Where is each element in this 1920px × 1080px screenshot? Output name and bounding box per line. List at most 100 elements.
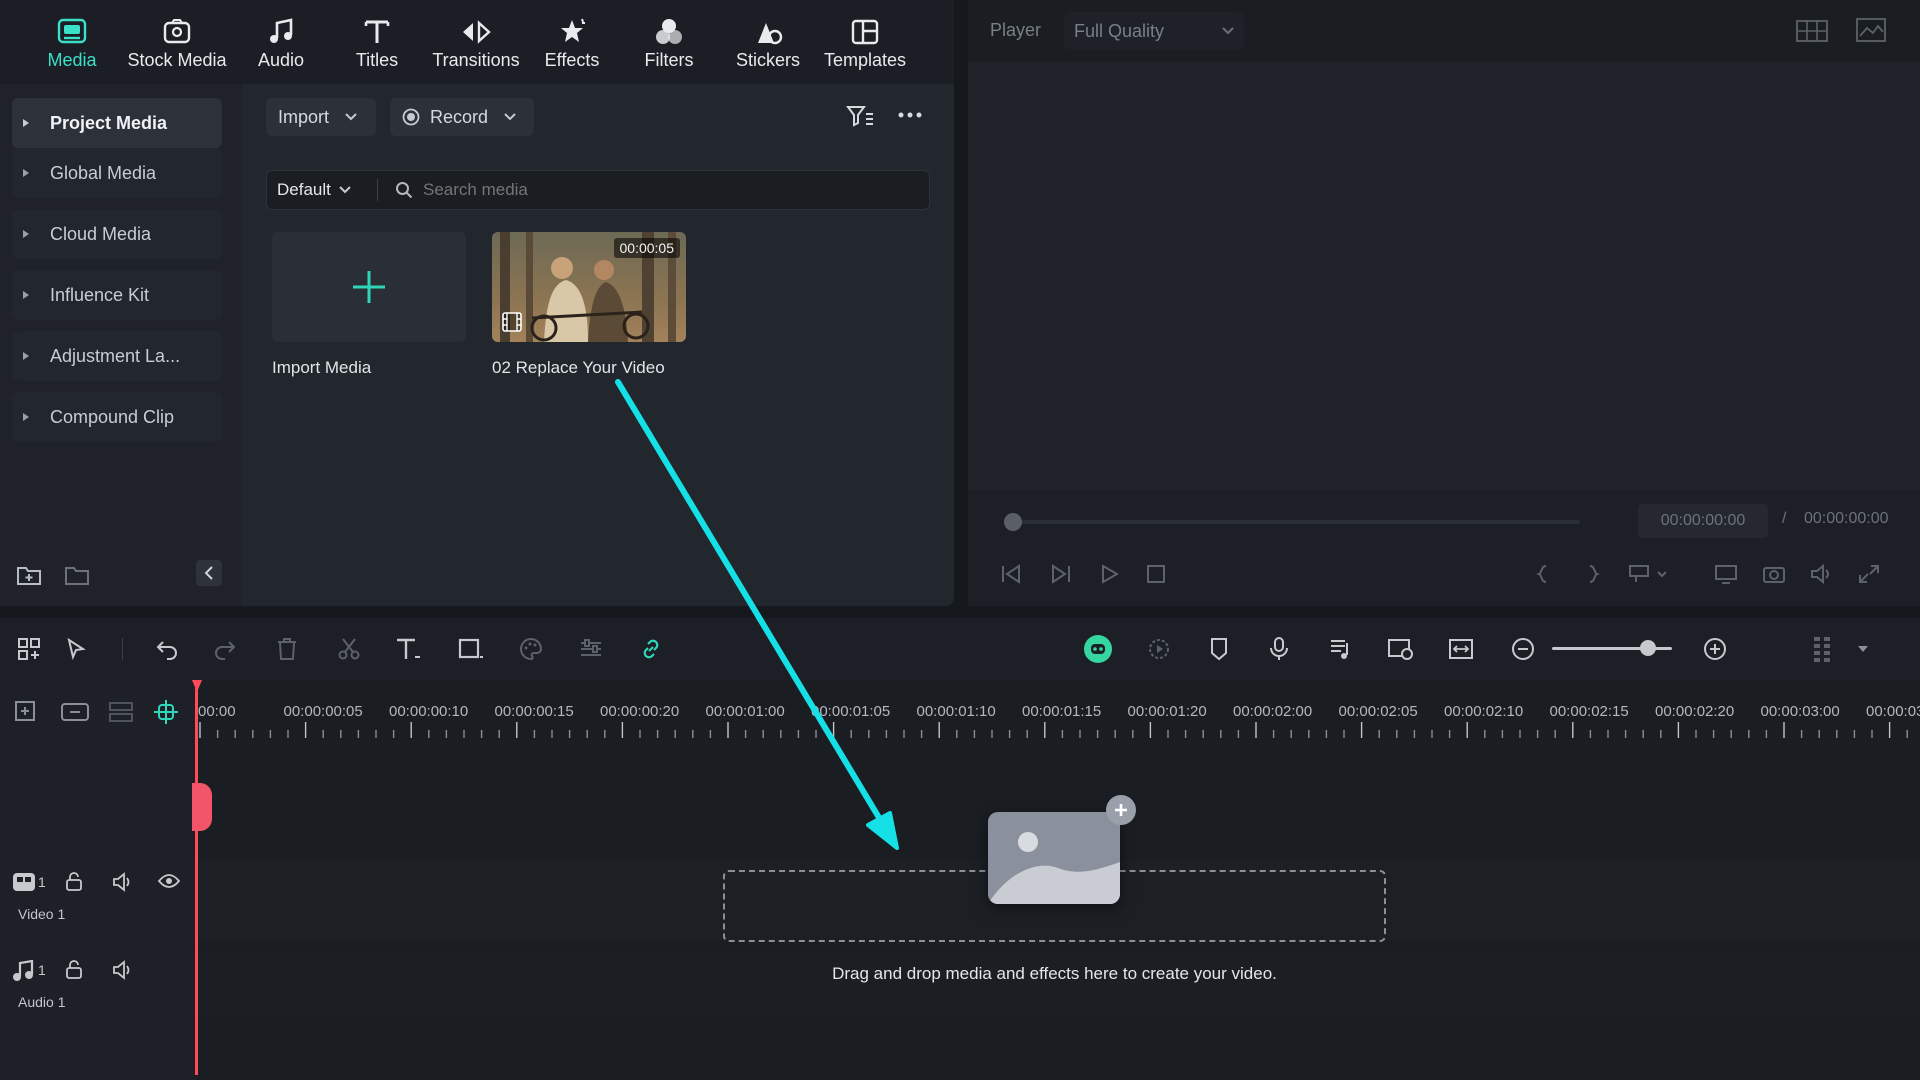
undo-icon[interactable] bbox=[152, 634, 182, 664]
tab-templates-label: Templates bbox=[823, 50, 907, 70]
import-media-thumbnail[interactable] bbox=[272, 232, 466, 342]
tab-stock-media-label: Stock Media bbox=[127, 50, 227, 70]
folder-icon[interactable] bbox=[64, 564, 90, 586]
effects-star-icon bbox=[555, 16, 589, 48]
player-controls: 00:00:00:00 / 00:00:00:00 bbox=[968, 490, 1920, 606]
sidebar-item-project-media[interactable]: Project Media bbox=[12, 98, 222, 148]
ruler-tick-label: 00:00:02:20 bbox=[1655, 703, 1735, 720]
grid-view-icon[interactable] bbox=[1796, 20, 1828, 42]
import-button[interactable]: Import bbox=[266, 98, 376, 136]
ai-face-icon[interactable] bbox=[1082, 633, 1114, 665]
zoom-out-icon[interactable] bbox=[1508, 634, 1538, 664]
playhead-line[interactable] bbox=[195, 680, 198, 1075]
more-options-icon[interactable] bbox=[898, 112, 922, 118]
delete-icon[interactable] bbox=[272, 634, 302, 664]
microphone-icon[interactable] bbox=[1264, 634, 1294, 664]
sidebar-item-adjustment-layer[interactable]: Adjustment La... bbox=[12, 331, 222, 381]
sidebar-item-compound-clip[interactable]: Compound Clip bbox=[12, 392, 222, 442]
play-icon[interactable] bbox=[1100, 564, 1120, 584]
track-layers-icon[interactable] bbox=[108, 700, 134, 724]
lock-icon[interactable] bbox=[64, 872, 84, 892]
tab-transitions[interactable]: Transitions bbox=[430, 0, 522, 84]
snapshot-icon[interactable] bbox=[1762, 564, 1786, 584]
redo-icon[interactable] bbox=[210, 634, 240, 664]
tab-stock-media[interactable]: Stock Media bbox=[124, 0, 230, 84]
ruler-tick-label: 00:00:02:05 bbox=[1338, 703, 1418, 720]
filter-sort-icon[interactable] bbox=[846, 104, 874, 128]
speaker-icon[interactable] bbox=[112, 960, 134, 980]
record-button[interactable]: Record bbox=[390, 98, 534, 136]
new-folder-icon[interactable] bbox=[16, 564, 42, 586]
collapse-sidebar-button[interactable] bbox=[196, 560, 222, 586]
video-track-number: 1 bbox=[38, 874, 46, 890]
add-plus-icon[interactable] bbox=[1106, 795, 1136, 825]
zoom-slider-knob[interactable] bbox=[1640, 640, 1656, 656]
sidebar-item-label: Project Media bbox=[50, 112, 168, 133]
tab-effects[interactable]: Effects bbox=[538, 0, 606, 84]
magnet-snap-icon[interactable] bbox=[152, 698, 180, 726]
tab-titles[interactable]: Titles bbox=[348, 0, 406, 84]
stickers-icon bbox=[751, 16, 785, 48]
sidebar-item-influence-kit[interactable]: Influence Kit bbox=[12, 270, 222, 320]
grid-dots-icon[interactable] bbox=[1808, 634, 1838, 664]
sidebar-item-label: Adjustment La... bbox=[50, 345, 181, 366]
display-icon[interactable] bbox=[1714, 564, 1738, 584]
image-icon[interactable] bbox=[1856, 18, 1886, 42]
text-icon[interactable] bbox=[394, 634, 424, 664]
mark-out-icon[interactable] bbox=[1586, 564, 1600, 584]
mark-in-icon[interactable] bbox=[1536, 564, 1550, 584]
add-track-icon[interactable] bbox=[14, 700, 40, 724]
sidebar-item-cloud-media[interactable]: Cloud Media bbox=[12, 209, 222, 259]
fullscreen-icon[interactable] bbox=[1858, 564, 1880, 584]
chevron-down-icon bbox=[339, 186, 351, 194]
caret-right-icon bbox=[12, 351, 40, 361]
import-media-card[interactable]: Import Media bbox=[272, 232, 466, 378]
search-input[interactable] bbox=[423, 175, 913, 205]
lock-icon[interactable] bbox=[64, 960, 84, 980]
audio-list-icon[interactable] bbox=[1326, 634, 1356, 664]
video-media-card[interactable]: 00:00:05 02 Replace Your Video bbox=[492, 232, 686, 378]
sidebar-item-global-media[interactable]: Global Media bbox=[12, 148, 222, 198]
volume-icon[interactable] bbox=[1810, 564, 1834, 584]
crop-icon[interactable] bbox=[456, 634, 486, 664]
progress-knob[interactable] bbox=[1004, 513, 1022, 531]
render-icon[interactable] bbox=[1144, 634, 1174, 664]
current-time: 00:00:00:00 bbox=[1638, 504, 1768, 538]
link-icon[interactable] bbox=[636, 634, 666, 664]
layout-icon[interactable] bbox=[14, 634, 44, 664]
color-palette-icon[interactable] bbox=[516, 634, 546, 664]
tab-audio[interactable]: Audio bbox=[250, 0, 312, 84]
next-frame-icon[interactable] bbox=[1050, 564, 1072, 584]
eye-icon[interactable] bbox=[158, 873, 180, 889]
tab-media[interactable]: Media bbox=[40, 0, 104, 84]
playhead-handle[interactable] bbox=[192, 783, 212, 831]
ruler-tick-label: 00:00:01:10 bbox=[916, 703, 996, 720]
ruler-ticks bbox=[199, 722, 1908, 738]
caret-down-icon[interactable] bbox=[1848, 634, 1878, 664]
zoom-in-icon[interactable] bbox=[1700, 634, 1730, 664]
tab-templates[interactable]: Templates bbox=[820, 0, 910, 84]
video-media-label: 02 Replace Your Video bbox=[492, 358, 665, 377]
link-track-icon[interactable] bbox=[60, 700, 90, 724]
marker-icon[interactable] bbox=[1204, 634, 1234, 664]
insert-icon[interactable] bbox=[1628, 564, 1668, 584]
ruler-tick-label: 00:00 bbox=[198, 703, 236, 720]
progress-track[interactable] bbox=[1004, 520, 1580, 524]
previous-frame-icon[interactable] bbox=[1000, 564, 1022, 584]
scissors-icon[interactable] bbox=[334, 634, 364, 664]
quality-dropdown[interactable]: Full Quality bbox=[1064, 12, 1244, 50]
tab-stickers[interactable]: Stickers bbox=[728, 0, 808, 84]
speaker-icon[interactable] bbox=[112, 872, 134, 892]
player-header: Player Full Quality bbox=[968, 0, 1920, 62]
tab-transitions-label: Transitions bbox=[432, 50, 520, 70]
pip-icon[interactable] bbox=[1386, 634, 1416, 664]
stop-icon[interactable] bbox=[1146, 564, 1166, 584]
caret-right-icon bbox=[12, 118, 40, 128]
adjust-icon[interactable] bbox=[576, 634, 606, 664]
chevron-down-icon bbox=[504, 113, 516, 121]
tab-filters[interactable]: Filters bbox=[636, 0, 702, 84]
video-thumbnail[interactable]: 00:00:05 bbox=[492, 232, 686, 342]
sort-dropdown[interactable]: Default bbox=[277, 171, 351, 209]
select-cursor-icon[interactable] bbox=[62, 634, 92, 664]
fit-timeline-icon[interactable] bbox=[1446, 634, 1476, 664]
